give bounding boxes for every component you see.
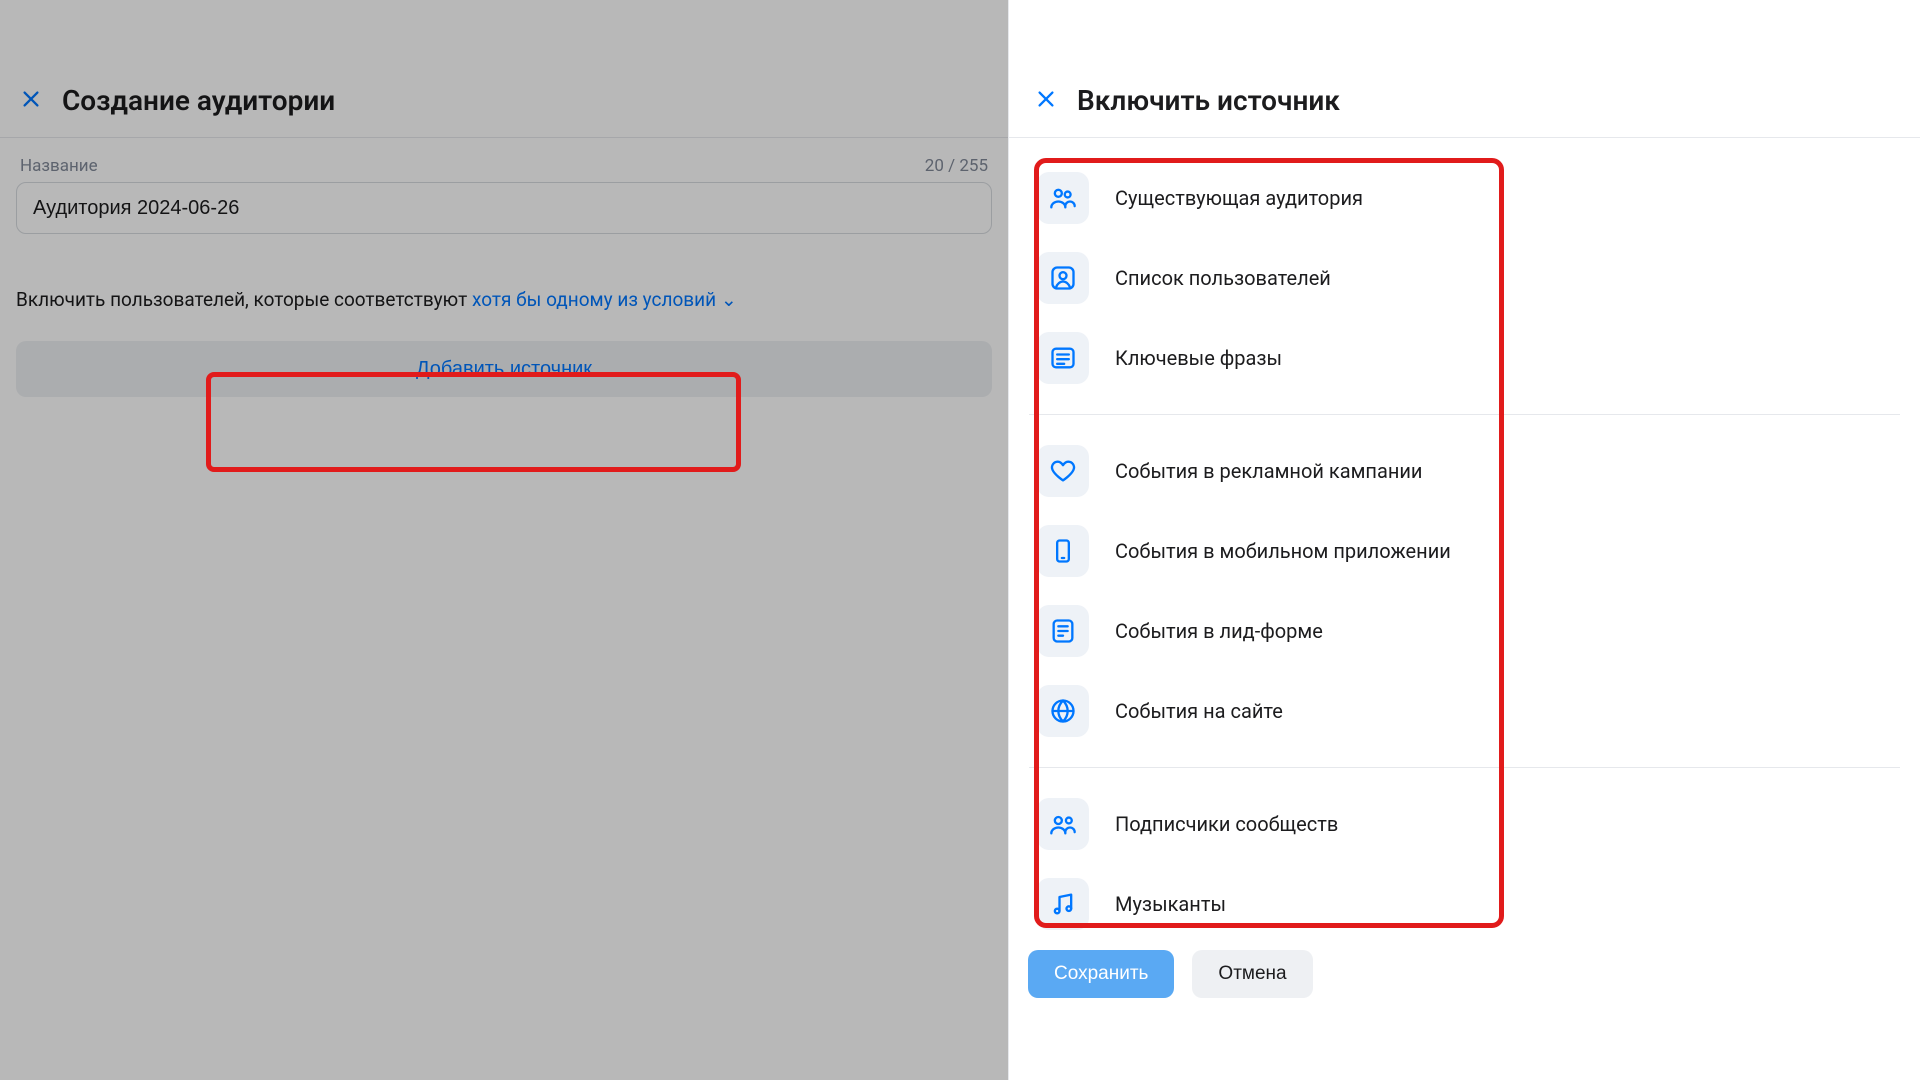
close-icon[interactable] [1035,88,1057,114]
name-field-counter: 20 / 255 [925,156,988,176]
music-icon [1037,878,1089,930]
globe-icon [1037,685,1089,737]
source-label: События в мобильном приложении [1115,539,1451,563]
save-button[interactable]: Сохранить [1028,950,1174,998]
source-key-phrases[interactable]: Ключевые фразы [1029,318,1900,398]
source-existing-audience[interactable]: Существующая аудитория [1029,158,1900,238]
source-campaign-events[interactable]: События в рекламной кампании [1029,431,1900,511]
source-leadform-events[interactable]: События в лид-форме [1029,591,1900,671]
include-condition-dropdown[interactable]: хотя бы одному из условий ⌄ [472,288,737,311]
create-audience-panel: Создание аудитории Название 20 / 255 Вкл… [0,0,1008,1080]
include-source-drawer: Включить источник Существующая аудитория… [1008,0,1920,1080]
source-label: События на сайте [1115,699,1283,723]
close-icon[interactable] [20,88,42,114]
source-label: Список пользователей [1115,266,1331,290]
users-icon [1037,172,1089,224]
audience-name-input[interactable] [16,182,992,234]
page-title: Создание аудитории [62,84,335,117]
form-icon [1037,605,1089,657]
community-icon [1037,798,1089,850]
include-users-text: Включить пользователей, которые соответс… [16,288,992,311]
source-label: Музыканты [1115,892,1226,916]
source-label: События в рекламной кампании [1115,459,1422,483]
cancel-button[interactable]: Отмена [1192,950,1312,998]
source-musicians[interactable]: Музыканты [1029,864,1900,944]
heart-icon [1037,445,1089,497]
user-icon [1037,252,1089,304]
source-label: Существующая аудитория [1115,186,1363,210]
divider [1029,414,1900,415]
divider [1029,767,1900,768]
source-label: События в лид-форме [1115,619,1323,643]
source-app-events[interactable]: События в мобильном приложении [1029,511,1900,591]
source-community-subscribers[interactable]: Подписчики сообществ [1029,784,1900,864]
source-user-list[interactable]: Список пользователей [1029,238,1900,318]
mobile-icon [1037,525,1089,577]
source-label: Подписчики сообществ [1115,812,1338,836]
name-field-label: Название [20,156,98,176]
source-site-events[interactable]: События на сайте [1029,671,1900,751]
source-label: Ключевые фразы [1115,346,1282,370]
drawer-title: Включить источник [1077,84,1340,117]
chevron-down-icon: ⌄ [721,288,737,311]
add-source-button[interactable]: Добавить источник [16,341,992,397]
text-icon [1037,332,1089,384]
